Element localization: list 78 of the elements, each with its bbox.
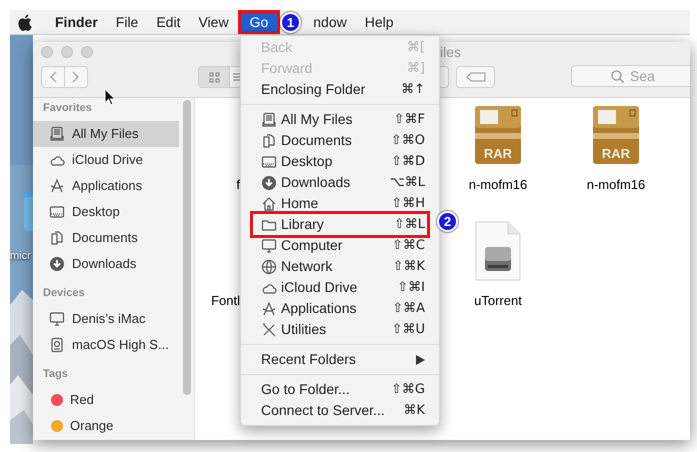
file-name[interactable]: n-mofm16 [586,175,646,194]
sidebar-item[interactable]: Desktop [33,199,179,225]
tray-icon [49,126,65,142]
archive-icon: RAR [474,105,522,165]
menu-item[interactable]: Documents ⇧⌘O [253,130,427,151]
menu-bar-item[interactable]: Finder [46,10,107,34]
apple-icon[interactable] [17,14,32,30]
sidebar-item[interactable]: macOS High S... [33,332,179,358]
menu-item[interactable]: Computer ⇧⌘C [253,235,427,256]
sidebar-item[interactable]: Downloads [33,251,179,277]
file-name[interactable]: n-mofm16 [468,175,528,194]
grid-icon [208,72,220,82]
back-button[interactable] [41,66,65,88]
window-control-button[interactable] [41,46,53,58]
monitor-icon [261,238,277,254]
globe-icon [261,258,277,274]
tray-icon [261,112,277,128]
forward-button[interactable] [65,66,88,88]
sidebar-item[interactable]: Orange [33,413,179,439]
menu-item[interactable]: Library ⇧⌘L [253,214,427,235]
sidebar-heading: Devices [43,286,85,300]
sidebar-item[interactable]: Denis’s iMac [33,306,179,332]
tools-icon [261,322,277,338]
menu-bar-item[interactable]: ndow [304,10,356,34]
a-shape-icon [261,300,277,316]
file-name[interactable]: f [203,175,240,194]
menu-item[interactable]: iCloud Drive ⇧⌘I [253,277,427,298]
sidebar-heading: Favorites [43,100,92,116]
disk-image-icon [475,221,521,281]
search-field[interactable]: Sea [571,65,690,87]
menu-bar-item[interactable]: Go [238,10,280,34]
window-control-button[interactable] [61,46,73,58]
download-icon [49,256,65,272]
menu-item[interactable]: Utilities ⇧⌘U [253,319,427,340]
archive-icon: RAR [592,105,640,165]
menu-bar-item[interactable]: File [106,10,148,34]
sidebar-heading: Tags [43,366,68,382]
window-control-button[interactable] [81,46,93,58]
menu-bar-item[interactable]: View [189,10,238,34]
chevron-left-icon [49,71,57,83]
icon-view-button[interactable] [198,66,230,88]
list-view-button[interactable] [230,66,240,88]
download-icon [261,174,277,190]
search-icon [611,70,624,83]
window-title: iles [440,42,462,62]
screen-icon [261,154,277,170]
documents-icon [261,132,277,148]
menu-item[interactable]: Downloads ⌥⌘L [253,172,427,193]
menu-item[interactable]: Desktop ⇧⌘D [253,151,427,172]
chevron-right-icon [72,71,80,83]
sidebar-item[interactable]: Red [33,387,179,413]
menu-bar-item[interactable]: Edit [147,10,190,34]
menu-item[interactable]: Network ⇧⌘K [253,256,427,277]
file-name[interactable]: uTorrent [474,291,522,310]
tag-icon [466,72,486,82]
house-icon [261,196,277,212]
drive-icon [49,337,65,353]
a-shape-icon [49,178,65,194]
menu-item[interactable]: Home ⇧⌘H [253,193,427,214]
menu-item[interactable]: All My Files ⇧⌘F [253,109,427,130]
sidebar-item[interactable]: iCloud Drive [33,147,179,173]
tag-button[interactable] [456,66,495,88]
scroll-bar[interactable] [183,100,191,395]
menu-item[interactable]: Go to Folder... ⇧⌘G [253,379,427,400]
menu-bar-item[interactable]: Help [356,10,403,34]
sidebar-item[interactable]: Applications [33,173,179,199]
menu-item[interactable]: Applications ⇧⌘A [253,298,427,319]
sidebar-item[interactable]: All My Files [33,121,179,147]
documents-icon [49,230,65,246]
monitor-icon [49,311,65,327]
menu-item[interactable]: Recent Folders [253,349,427,370]
screen-icon [49,204,65,220]
sidebar-item[interactable]: Documents [33,225,179,251]
menu-item[interactable]: Connect to Server... ⌘K [253,400,427,421]
menu-item[interactable]: Enclosing Folder ⌘↑ [253,79,427,100]
toolbar-button[interactable] [440,66,449,88]
file-name[interactable]: Fontl [203,291,240,310]
list-icon [233,72,240,82]
